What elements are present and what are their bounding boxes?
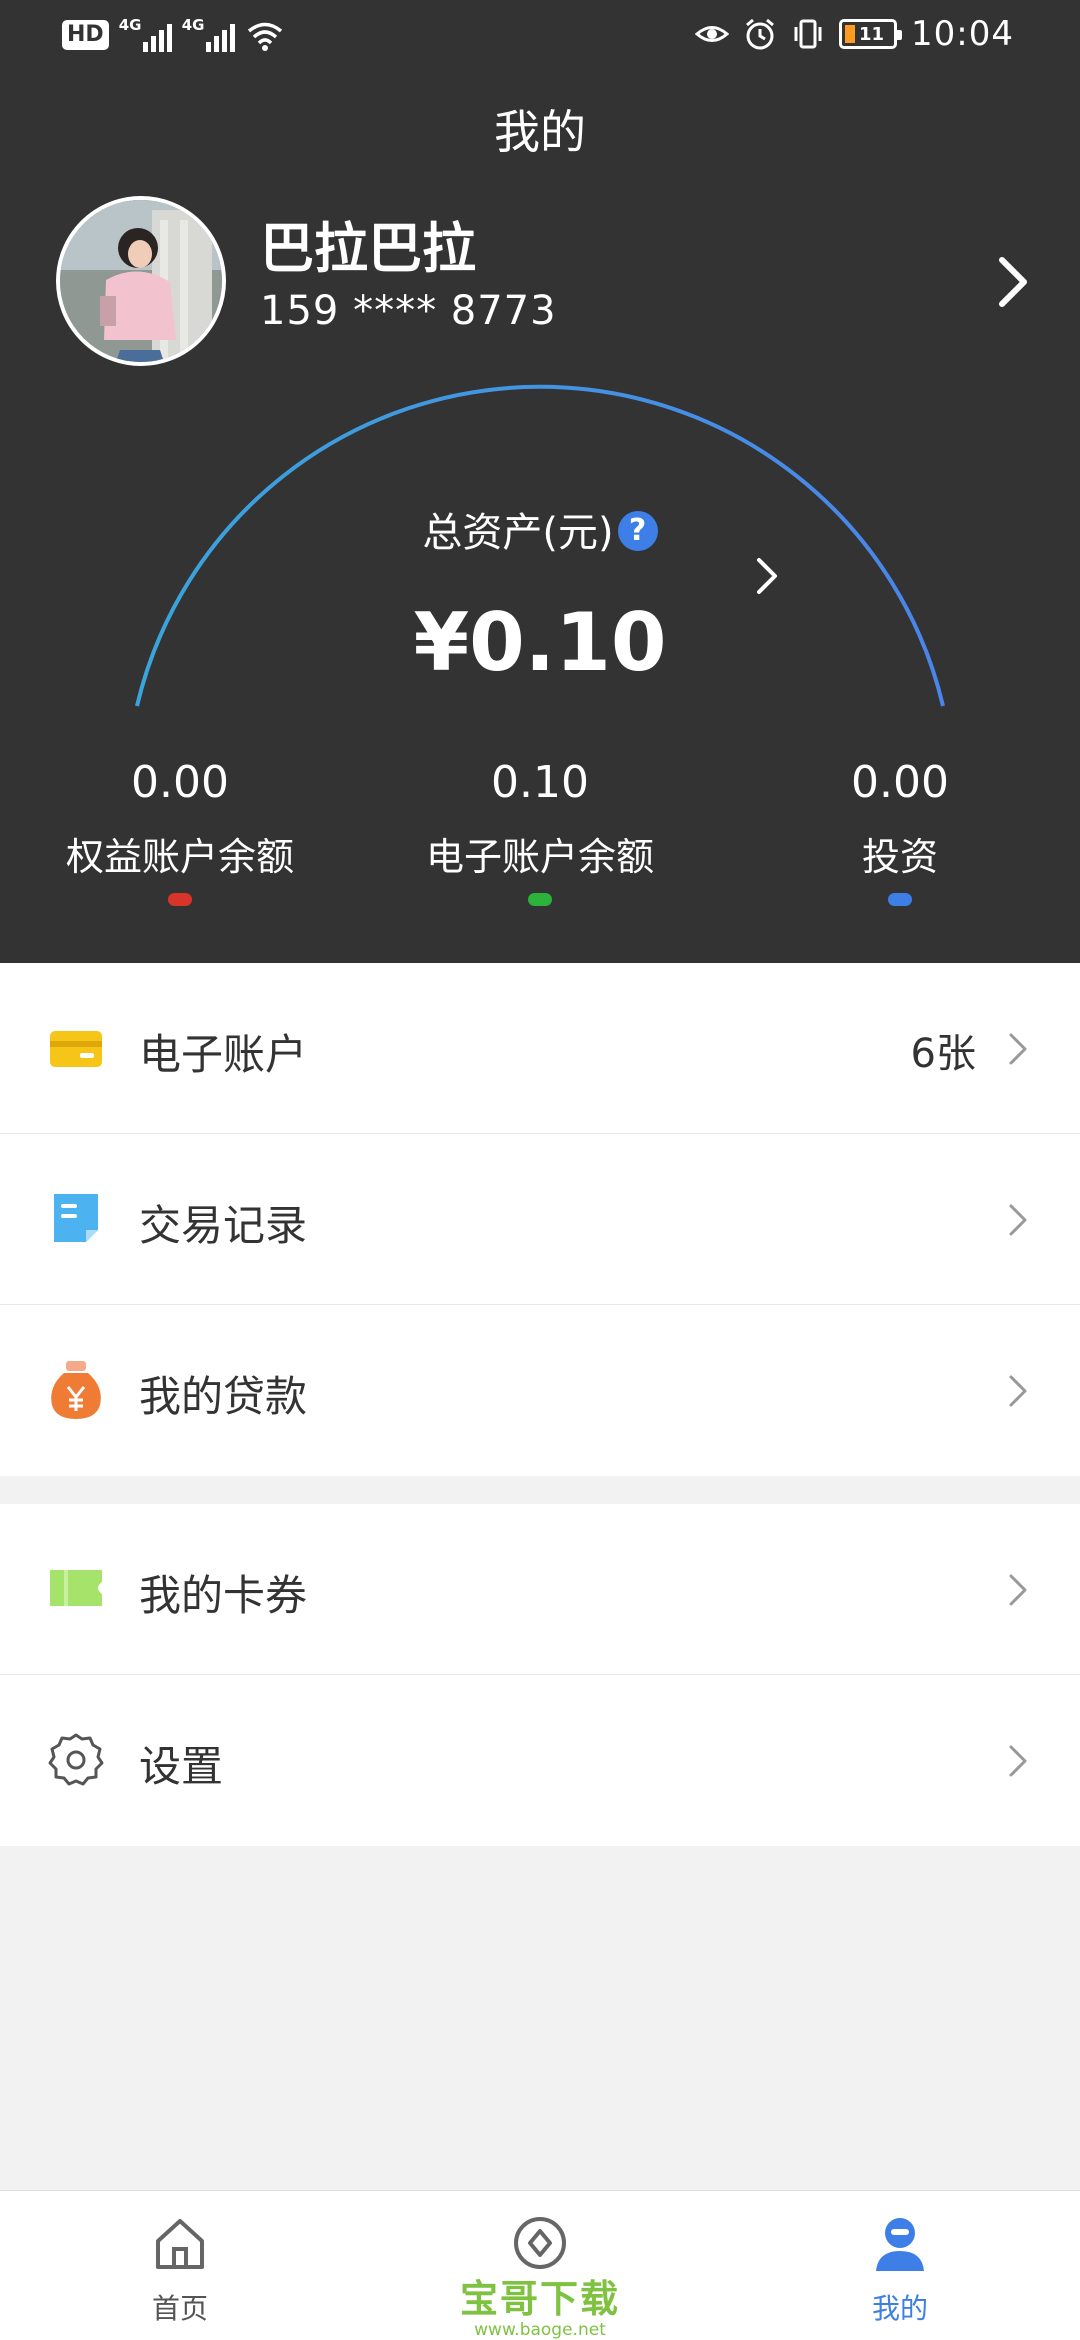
balance-value: 0.00 (851, 757, 949, 808)
coupon-icon (50, 1570, 102, 1606)
chevron-right-icon (1009, 1204, 1027, 1236)
status-left: HD 4G 4G (62, 16, 285, 52)
menu-label: 交易记录 (139, 1201, 308, 1250)
settings-gear-icon (48, 1733, 104, 1786)
balance-value: 0.10 (491, 757, 589, 808)
chevron-right-icon (1009, 1375, 1027, 1407)
total-assets-label-text: 总资产(元) (422, 510, 614, 556)
signal-2-icon: 4G (181, 16, 235, 52)
balance-label: 电子账户余额 (425, 835, 654, 879)
signal-1-icon: 4G (118, 16, 172, 52)
nav-mine-label: 我的 (871, 2292, 928, 2325)
watermark-url: www.baoge.net (474, 2320, 606, 2340)
menu-label: 我的卡券 (139, 1571, 308, 1620)
balance-label: 权益账户余额 (65, 835, 294, 879)
status-bar: HD 4G 4G 11 10:04 (0, 0, 1080, 76)
avatar-photo (60, 200, 222, 362)
total-assets-value[interactable]: ¥0.10 (0, 596, 1080, 689)
alarm-icon (746, 18, 774, 50)
menu-label: 设置 (139, 1742, 224, 1791)
home-icon (156, 2219, 204, 2269)
record-icon (54, 1194, 98, 1242)
chevron-right-icon (1009, 1745, 1027, 1777)
status-time: 10:04 (911, 14, 1014, 54)
network-type-1: 4G (118, 16, 142, 34)
status-right: 11 10:04 (695, 14, 1014, 54)
profile-header: HD 4G 4G 11 10:04 我的 巴拉巴拉 159 **** 8773 … (0, 0, 1080, 963)
menu-label: 我的贷款 (139, 1372, 308, 1421)
chevron-right-icon[interactable] (988, 250, 1036, 314)
e-account-balance[interactable]: 0.10 电子账户余额 (360, 752, 720, 906)
balance-indicator-dot (528, 893, 552, 906)
menu-item-transactions[interactable]: 交易记录 (0, 1134, 1080, 1305)
menu-label: 电子账户 (139, 1030, 308, 1079)
equity-balance[interactable]: 0.00 权益账户余额 (0, 752, 360, 906)
nav-home-label: 首页 (151, 2292, 208, 2325)
balance-indicator-dot (888, 893, 912, 906)
hd-badge: HD (62, 20, 109, 50)
nav-home[interactable]: 首页 (0, 2191, 360, 2340)
loan-bag-icon (51, 1361, 101, 1419)
total-assets-label: 总资产(元)? (0, 500, 1080, 558)
wifi-icon (247, 22, 282, 51)
balance-label: 投资 (861, 835, 938, 879)
balance-value: 0.00 (131, 757, 229, 808)
compass-icon (514, 2217, 566, 2269)
assets-chevron-right-icon[interactable] (752, 554, 782, 598)
page-title: 我的 (494, 105, 586, 159)
eye-icon (695, 26, 730, 42)
network-type-2: 4G (181, 16, 205, 34)
chevron-right-icon (1009, 1574, 1027, 1606)
help-icon[interactable]: ? (617, 511, 658, 551)
card-icon (50, 1031, 102, 1067)
watermark: 宝哥下载 www.baoge.net (360, 2277, 720, 2339)
balance-indicator-dot (168, 893, 192, 906)
username: 巴拉巴拉 (260, 217, 476, 280)
nav-mine[interactable]: 我的 (720, 2191, 1080, 2340)
menu-item-settings[interactable]: 设置 (0, 1675, 1080, 1846)
investment-balance[interactable]: 0.00 投资 (720, 752, 1080, 906)
nav-middle[interactable]: 宝哥下载 www.baoge.net (360, 2191, 720, 2340)
menu-item-e-account[interactable]: 电子账户 6张 (0, 963, 1080, 1134)
battery-icon: 11 (839, 19, 903, 49)
avatar[interactable] (56, 196, 226, 366)
battery-level: 11 (859, 23, 885, 45)
menu-group-settings: 我的卡券 设置 (0, 1504, 1080, 1846)
menu-item-loans[interactable]: 我的贷款 (0, 1305, 1080, 1476)
vibrate-icon (794, 19, 822, 49)
phone-number: 159 **** 8773 (260, 288, 557, 334)
user-icon (876, 2218, 924, 2271)
bottom-nav: 首页 宝哥下载 www.baoge.net 我的 (0, 2190, 1080, 2340)
card-count: 6张 (910, 1031, 976, 1077)
menu-item-coupons[interactable]: 我的卡券 (0, 1504, 1080, 1675)
watermark-text: 宝哥下载 (459, 2277, 620, 2321)
profile-card[interactable]: 巴拉巴拉 159 **** 8773 (56, 196, 1036, 368)
chevron-right-icon (1009, 1033, 1027, 1065)
menu-group-accounts: 电子账户 6张 交易记录 我的贷款 (0, 963, 1080, 1476)
balance-summary: 0.00 权益账户余额 0.10 电子账户余额 0.00 投资 (0, 752, 1080, 912)
